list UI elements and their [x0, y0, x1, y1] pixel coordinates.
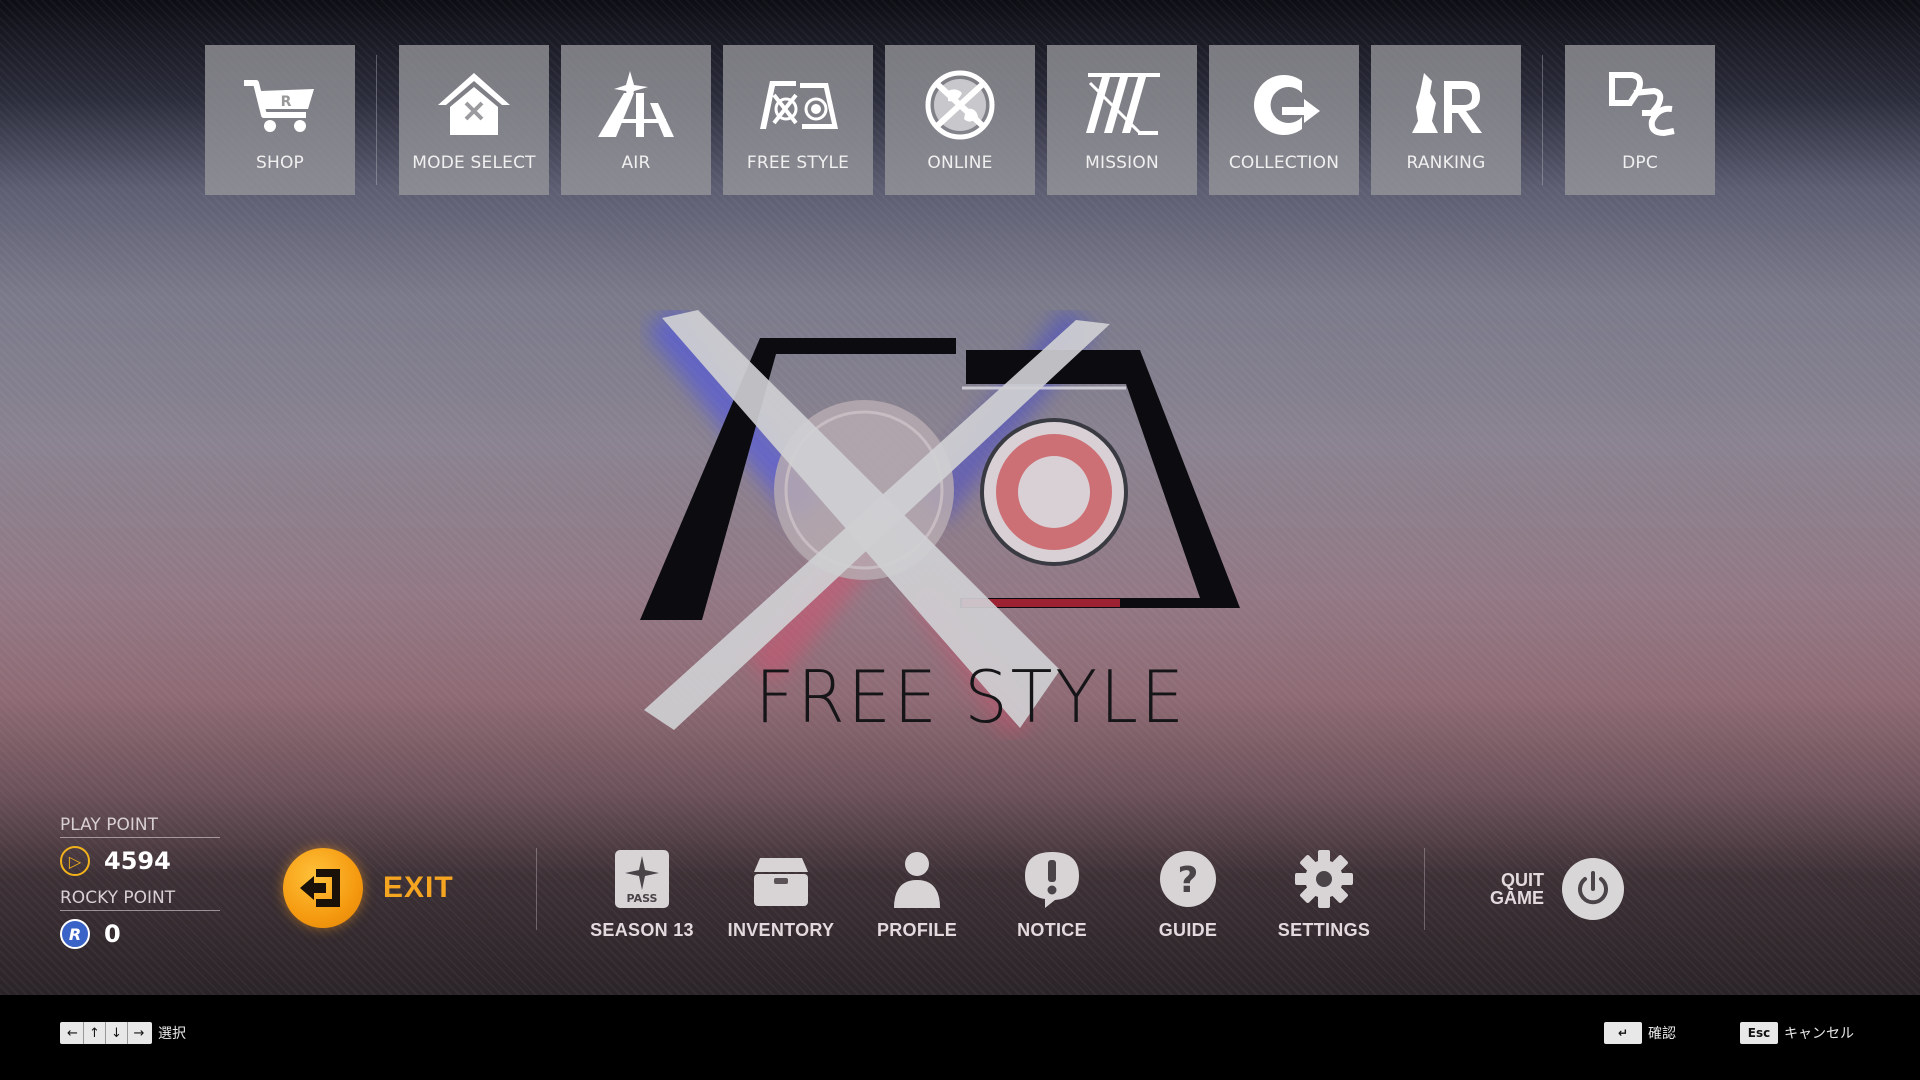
hint-cancel: Esc キャンセル [1740, 1022, 1854, 1044]
home-icon [438, 73, 510, 135]
air-icon [598, 71, 674, 137]
quit-game-label: QUIT GAME [1490, 871, 1544, 907]
inventory-box-icon [754, 858, 808, 906]
menu-divider [1542, 55, 1543, 185]
exit-button[interactable]: EXIT [283, 848, 454, 928]
profile-button[interactable]: PROFILE [857, 848, 977, 943]
enter-key-icon: ↵ [1604, 1022, 1642, 1044]
tile-label: SHOP [255, 153, 304, 173]
hint-select: ← ↑ ↓ → 選択 [60, 1022, 186, 1044]
dpc-icon [1609, 72, 1675, 137]
points-panel: PLAY POINT ▷ 4594 ROCKY POINT R 0 [60, 815, 220, 961]
guide-question-icon: ? [1160, 851, 1216, 907]
settings-label: SETTINGS [1277, 920, 1371, 940]
tile-mode-select[interactable]: MODE SELECT [399, 45, 549, 195]
play-point-label: PLAY POINT [60, 815, 220, 838]
notice-button[interactable]: NOTICE [992, 848, 1112, 943]
free-style-icon [760, 81, 838, 129]
tile-label: MISSION [1085, 153, 1159, 173]
tile-mission[interactable]: MISSION [1047, 45, 1197, 195]
play-point-icon: ▷ [60, 846, 90, 876]
svg-text:?: ? [1178, 860, 1199, 901]
top-menu: R SHOP MODE SELECT AIR FREE STYLE ONLINE… [0, 45, 1920, 195]
key-up-icon: ↑ [84, 1022, 106, 1044]
settings-button[interactable]: SETTINGS [1264, 848, 1384, 943]
mission-icon [1086, 73, 1160, 135]
background-stage: R SHOP MODE SELECT AIR FREE STYLE ONLINE… [0, 0, 1920, 995]
season-pass-button[interactable]: PASS SEASON 13 [582, 848, 702, 943]
tile-label: ONLINE [927, 153, 993, 173]
globe-icon [925, 70, 995, 140]
notice-bubble-icon [1025, 852, 1079, 908]
profile-person-icon [894, 852, 940, 908]
inventory-button[interactable]: INVENTORY [721, 848, 841, 943]
collection-icon [1254, 75, 1320, 135]
tile-label: DPC [1622, 153, 1658, 173]
inventory-label: INVENTORY [727, 920, 835, 940]
shop-cart-icon: R [244, 80, 314, 132]
quit-game-button[interactable]: QUIT GAME [1490, 858, 1624, 920]
hint-cancel-text: キャンセル [1784, 1026, 1854, 1042]
exit-label: EXIT [383, 871, 454, 904]
key-right-icon: → [133, 1025, 145, 1041]
settings-gear-icon [1295, 850, 1353, 908]
season-pass-icon: PASS [615, 850, 669, 908]
tile-label: COLLECTION [1228, 153, 1340, 173]
notice-label: NOTICE [1017, 920, 1087, 940]
key-down-icon: ↓ [106, 1022, 128, 1044]
hint-confirm: ↵ 確認 [1604, 1022, 1676, 1044]
tile-label: AIR [621, 153, 651, 173]
tile-label: MODE SELECT [412, 153, 536, 173]
rocky-point-label: ROCKY POINT [60, 888, 220, 911]
svg-text:R: R [281, 94, 292, 110]
bottom-divider [1424, 848, 1425, 930]
key-left-icon: ← [62, 1022, 84, 1044]
power-icon [1562, 858, 1624, 920]
play-point-row: ▷ 4594 [60, 846, 220, 876]
hero-title: FREE STYLE [755, 655, 1187, 739]
hint-confirm-text: 確認 [1648, 1026, 1676, 1042]
play-point-value: 4594 [104, 847, 171, 875]
rocky-point-row: R 0 [60, 919, 220, 949]
tile-air[interactable]: AIR [561, 45, 711, 195]
tile-shop[interactable]: R SHOP [205, 45, 355, 195]
tile-dpc[interactable]: DPC [1565, 45, 1715, 195]
hint-select-text: 選択 [158, 1026, 186, 1042]
quit-label-line2: GAME [1490, 888, 1544, 908]
season-pass-label: SEASON 13 [590, 920, 694, 940]
bottom-divider [536, 848, 537, 930]
tile-collection[interactable]: COLLECTION [1209, 45, 1359, 195]
quit-label-line1: QUIT [1501, 870, 1544, 890]
tile-label: FREE STYLE [746, 153, 850, 173]
svg-text:PASS: PASS [627, 892, 658, 905]
tile-ranking[interactable]: RANKING [1371, 45, 1521, 195]
tile-label: RANKING [1406, 153, 1486, 173]
exit-icon [283, 848, 363, 928]
guide-label: GUIDE [1158, 920, 1218, 940]
rocky-point-icon: R [60, 919, 90, 949]
arrow-keys: ← ↑ ↓ → [60, 1022, 152, 1044]
rocky-point-value: 0 [104, 920, 121, 948]
guide-button[interactable]: ? GUIDE [1128, 848, 1248, 943]
tile-free-style[interactable]: FREE STYLE [723, 45, 873, 195]
ranking-icon [1412, 73, 1482, 133]
menu-divider [376, 55, 377, 185]
esc-key-icon: Esc [1740, 1022, 1778, 1044]
tile-online[interactable]: ONLINE [885, 45, 1035, 195]
profile-label: PROFILE [876, 920, 958, 940]
